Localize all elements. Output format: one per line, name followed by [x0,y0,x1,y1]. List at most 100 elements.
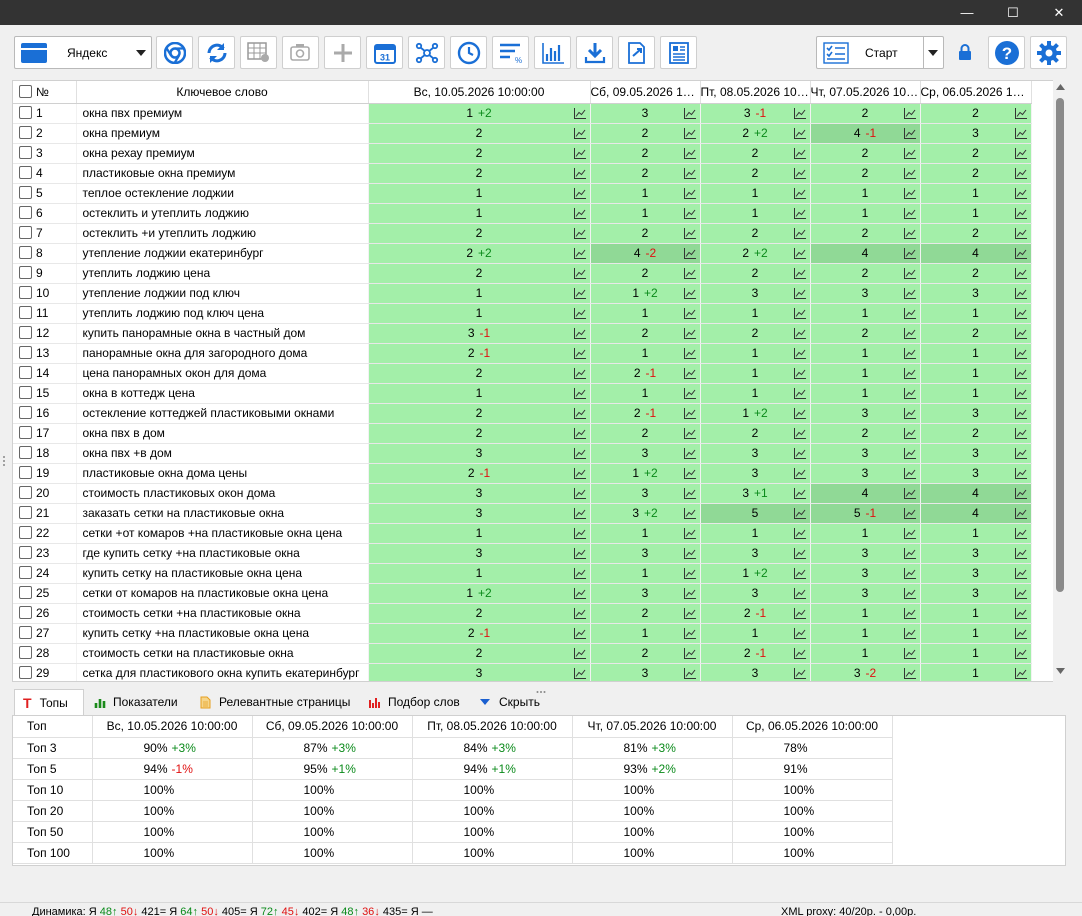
position-cell[interactable]: 2 [810,263,921,284]
position-cell[interactable]: 1 [590,343,701,364]
position-chart-icon[interactable] [903,407,916,419]
position-cell[interactable]: 3 -1 [700,103,811,124]
position-chart-icon[interactable] [573,267,586,279]
position-cell[interactable]: 1 [810,303,921,324]
position-chart-icon[interactable] [903,107,916,119]
position-cell[interactable]: 3 [810,583,921,604]
clustering-button[interactable] [408,36,445,69]
position-cell[interactable]: 3 [368,443,591,464]
scroll-down-icon[interactable] [1056,668,1065,674]
position-chart-icon[interactable] [793,147,806,159]
download-button[interactable] [576,36,613,69]
position-chart-icon[interactable] [683,527,696,539]
calendar-button[interactable]: 31 [366,36,403,69]
position-chart-icon[interactable] [573,147,586,159]
position-chart-icon[interactable] [1014,487,1027,499]
position-cell[interactable]: 2 [700,263,811,284]
position-cell[interactable]: 2 +2 [368,243,591,264]
position-cell[interactable]: 1 [920,303,1032,324]
chevron-down-icon[interactable] [928,50,938,56]
position-chart-icon[interactable] [793,647,806,659]
date-column-header[interactable]: Ср, 06.05.2026 10:00:00 [920,81,1032,104]
help-button[interactable]: ? [988,36,1025,69]
position-chart-icon[interactable] [683,247,696,259]
position-chart-icon[interactable] [793,227,806,239]
search-engine-select[interactable]: Яндекс [14,36,152,69]
position-chart-icon[interactable] [573,547,586,559]
keyword-cell[interactable]: стоимость сетки на пластиковые окна [76,643,369,664]
position-chart-icon[interactable] [903,387,916,399]
position-cell[interactable]: 1 [810,383,921,404]
table-row[interactable]: 19 пластиковые окна дома цены 2 -1 1 +2 3 3 3 [13,463,1032,484]
position-chart-icon[interactable] [683,267,696,279]
position-chart-icon[interactable] [683,187,696,199]
position-chart-icon[interactable] [573,367,586,379]
position-cell[interactable]: 1 +2 [368,583,591,604]
position-chart-icon[interactable] [1014,147,1027,159]
position-chart-icon[interactable] [793,587,806,599]
sort-percent-button[interactable]: % [492,36,529,69]
row-checkbox[interactable] [19,466,32,479]
position-chart-icon[interactable] [793,207,806,219]
position-cell[interactable]: 2 [590,643,701,664]
position-chart-icon[interactable] [573,167,586,179]
position-chart-icon[interactable] [683,507,696,519]
lock-icon[interactable] [958,44,972,60]
grid-vertical-scrollbar[interactable] [1053,80,1068,682]
table-row[interactable]: 21 заказать сетки на пластиковые окна 3 3 +2… [13,503,1032,524]
position-cell[interactable]: 3 [590,663,701,681]
keyword-cell[interactable]: окна пвх +в дом [76,443,369,464]
position-cell[interactable]: 2 [700,143,811,164]
position-chart-icon[interactable] [683,567,696,579]
position-cell[interactable]: 2 -1 [700,643,811,664]
position-cell[interactable]: 2 [368,223,591,244]
position-cell[interactable]: 1 [590,563,701,584]
keyword-cell[interactable]: утепление лоджии екатеринбург [76,243,369,264]
position-chart-icon[interactable] [793,307,806,319]
row-number-cell[interactable]: 11 [13,303,77,324]
add-button[interactable] [324,36,361,69]
row-checkbox[interactable] [19,666,32,679]
position-chart-icon[interactable] [573,427,586,439]
position-chart-icon[interactable] [1014,167,1027,179]
table-row[interactable]: 17 окна пвх в дом 2 2 2 2 2 [13,423,1032,444]
position-chart-icon[interactable] [903,147,916,159]
position-chart-icon[interactable] [903,327,916,339]
position-chart-icon[interactable] [683,147,696,159]
table-settings-button[interactable] [240,36,277,69]
position-chart-icon[interactable] [903,507,916,519]
position-cell[interactable]: 2 -1 [368,463,591,484]
position-chart-icon[interactable] [793,467,806,479]
keyword-cell[interactable]: остекление коттеджей пластиковыми окнами [76,403,369,424]
position-cell[interactable]: 3 [810,283,921,304]
table-row[interactable]: 11 утеплить лоджию под ключ цена 1 1 1 1 1 [13,303,1032,324]
table-row[interactable]: 28 стоимость сетки на пластиковые окна 2 2 2… [13,643,1032,664]
position-cell[interactable]: 1 [368,203,591,224]
position-chart-icon[interactable] [1014,507,1027,519]
position-cell[interactable]: 1 [810,523,921,544]
position-chart-icon[interactable] [903,427,916,439]
row-number-cell[interactable]: 19 [13,463,77,484]
position-cell[interactable]: 1 [810,623,921,644]
position-cell[interactable]: 1 +2 [590,463,701,484]
position-cell[interactable]: 3 [810,463,921,484]
row-checkbox[interactable] [19,566,32,579]
row-number-cell[interactable]: 22 [13,523,77,544]
position-cell[interactable]: 3 [810,443,921,464]
position-chart-icon[interactable] [573,527,586,539]
keyword-cell[interactable]: сетки от комаров на пластиковые окна цен… [76,583,369,604]
keyword-cell[interactable]: сетка для пластикового окна купить екате… [76,663,369,681]
position-chart-icon[interactable] [683,467,696,479]
position-cell[interactable]: 3 [700,663,811,681]
row-number-cell[interactable]: 20 [13,483,77,504]
position-chart-icon[interactable] [903,447,916,459]
table-row[interactable]: 22 сетки +от комаров +на пластиковые окна… [13,523,1032,544]
table-row[interactable]: 14 цена панорамных окон для дома 2 2 -1 1 1 1 [13,363,1032,384]
position-chart-icon[interactable] [903,227,916,239]
row-checkbox[interactable] [19,266,32,279]
date-column-header[interactable]: Пт, 08.05.2026 10:00:00 [700,81,811,104]
row-checkbox[interactable] [19,646,32,659]
row-checkbox[interactable] [19,546,32,559]
position-cell[interactable]: 3 [700,463,811,484]
position-cell[interactable]: 4 [920,483,1032,504]
